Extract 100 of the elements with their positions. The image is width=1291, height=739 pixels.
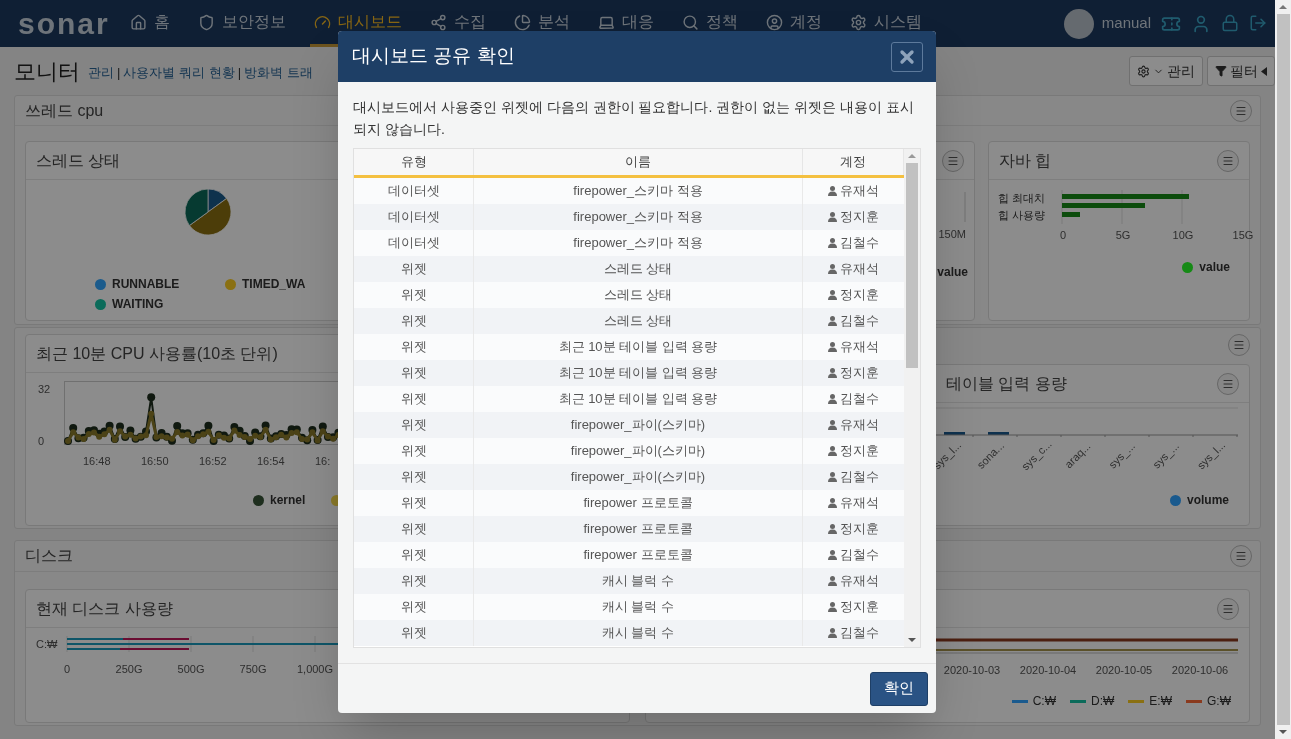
legend-label: E:₩ <box>1149 693 1172 710</box>
axis-label: 16: <box>315 454 331 469</box>
legend-label: D:₩ <box>1091 693 1115 710</box>
account-name: 김철수 <box>840 234 879 253</box>
column-header[interactable]: 유형 <box>354 149 474 175</box>
manage-button[interactable]: 관리 <box>1129 56 1203 86</box>
nav-menu-item[interactable]: 계정 <box>761 0 826 47</box>
table-cell: 캐시 블럭 수 <box>474 620 803 646</box>
menu-icon <box>1222 602 1234 615</box>
axis-label: 500G <box>177 661 205 677</box>
legend-label: WAITING <box>112 296 164 313</box>
page-link[interactable]: 방화벽 트래 <box>244 63 313 83</box>
axis-label: 5G <box>1115 228 1131 243</box>
menu-icon <box>1235 550 1247 562</box>
axis-label: 16:52 <box>199 454 227 469</box>
menu-icon <box>1222 377 1234 390</box>
account-name: 유재석 <box>840 182 879 201</box>
account-name: 김철수 <box>840 624 879 643</box>
user-icon <box>828 498 837 508</box>
nav-menu-item[interactable]: 시스템 <box>845 0 926 47</box>
axis-label: C:₩ <box>36 637 59 652</box>
axis-label: 1,000G <box>296 661 334 677</box>
share-icon <box>429 13 447 31</box>
nav-menu-item[interactable]: 분석 <box>509 0 574 47</box>
scrollbar[interactable] <box>904 149 920 647</box>
user-icon <box>828 446 837 456</box>
lock-icon[interactable] <box>1221 13 1239 32</box>
nav-menu-item[interactable]: 정책 <box>677 0 742 47</box>
legend-label: RUNNABLE <box>112 276 180 293</box>
account-name: 유재석 <box>840 338 879 357</box>
account-name: 김철수 <box>840 390 879 409</box>
user-icon <box>828 472 837 482</box>
account-name: 정지훈 <box>840 286 879 305</box>
section-title: 쓰레드 cpu <box>25 100 104 121</box>
menu-button[interactable] <box>1217 597 1239 620</box>
nav-menu-item[interactable]: 보안정보 <box>193 0 290 47</box>
avatar <box>1063 8 1094 39</box>
home-icon <box>129 13 147 31</box>
axis-label: 16:54 <box>257 454 285 469</box>
legend-label: value <box>937 263 968 281</box>
axis-label: 250G <box>115 661 143 677</box>
dialog-title: 대시보드 공유 확인 <box>352 44 515 69</box>
widget-title: 최근 10분 CPU 사용률(10초 단위) <box>36 343 278 364</box>
filter-button[interactable]: 필터 <box>1207 56 1275 86</box>
page-link[interactable]: 관리 <box>88 63 114 83</box>
menu-button[interactable] <box>1217 149 1239 172</box>
axis-label: 2020-10-05 <box>1095 663 1153 678</box>
widget-title: 자바 힙 <box>999 150 1052 171</box>
axis-label: 16:48 <box>83 454 111 469</box>
widget-title: 테이블 입력 용량 <box>946 373 1067 394</box>
shield-icon <box>197 13 215 31</box>
page-title: 모니터 <box>14 57 80 86</box>
table-cell: 위젯 <box>354 620 474 646</box>
account-name: 유재석 <box>840 260 879 279</box>
account-name: 김철수 <box>840 312 879 331</box>
widget-title: 현재 디스크 사용량 <box>36 598 173 619</box>
menu-icon <box>1235 104 1247 117</box>
search-icon <box>681 13 699 31</box>
dialog-message: 대시보드에서 사용중인 위젯에 다음의 권한이 필요합니다. 권한이 없는 위젯은 내용이 표시되지 않습니다. <box>353 98 915 139</box>
user-icon <box>828 212 837 222</box>
menu-button[interactable] <box>1230 99 1252 122</box>
user-icon[interactable] <box>1191 13 1211 34</box>
user-icon <box>828 342 837 352</box>
axis-label: 10G <box>1172 228 1194 243</box>
nav-menu-item[interactable]: 대응 <box>593 0 658 47</box>
logo: sonar <box>18 6 110 42</box>
menu-button[interactable] <box>1217 372 1239 395</box>
pie-chart-icon <box>513 13 531 31</box>
axis-label: 2020-10-06 <box>1171 663 1229 678</box>
axis-label: 2020-10-03 <box>943 663 1001 678</box>
column-header[interactable]: 이름 <box>474 149 803 175</box>
menu-button[interactable] <box>942 149 964 172</box>
user-icon <box>828 316 837 326</box>
nav-menu-item[interactable]: 홈 <box>125 0 174 47</box>
link-separator: | <box>117 64 121 83</box>
account-name: 정지훈 <box>840 442 879 461</box>
close-button[interactable] <box>891 41 923 72</box>
page-link[interactable]: 사용자별 쿼리 현황 <box>123 63 235 83</box>
user-icon <box>828 238 837 248</box>
menu-icon <box>1222 154 1234 167</box>
menu-button[interactable] <box>1228 334 1250 356</box>
account-name: 유재석 <box>840 494 879 513</box>
user-icon <box>828 550 837 560</box>
gear-icon <box>1137 64 1150 78</box>
axis-label: 16:50 <box>141 454 169 469</box>
logout-icon[interactable] <box>1249 13 1267 32</box>
legend-label: kernel <box>270 492 306 509</box>
user-icon <box>828 368 837 378</box>
menu-icon <box>947 154 959 167</box>
user-icon <box>828 290 837 300</box>
user-icon <box>828 576 837 586</box>
confirm-button[interactable]: 확인 <box>870 671 928 706</box>
link-separator: | <box>237 64 241 83</box>
user-icon <box>828 186 837 196</box>
caret-icon <box>1261 66 1267 76</box>
account-name: 김철수 <box>840 546 879 565</box>
scrollbar[interactable] <box>1275 0 1291 739</box>
menu-button[interactable] <box>1230 545 1252 567</box>
axis-label: 32 <box>38 382 52 397</box>
axis-label: 0 <box>1059 228 1067 243</box>
